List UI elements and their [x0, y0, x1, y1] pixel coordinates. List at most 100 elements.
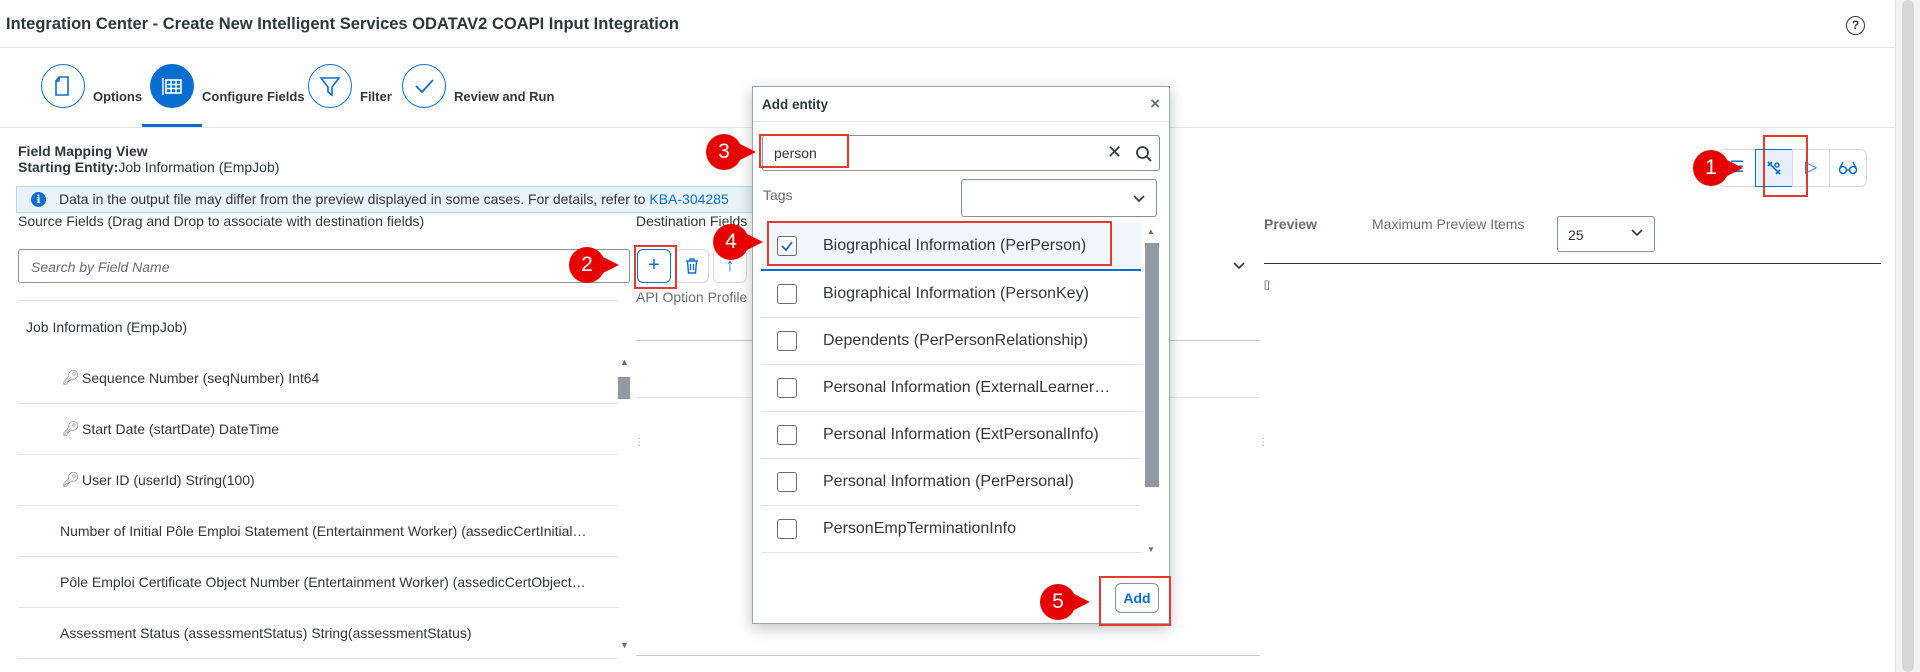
list-item[interactable]: Personal Information (ExtPersonalInfo): [761, 412, 1141, 459]
scroll-down-icon[interactable]: ▼: [620, 640, 629, 650]
splitter-handle[interactable]: ⋮: [634, 437, 644, 448]
list-item[interactable]: Dependents (PerPersonRelationship): [761, 318, 1141, 365]
list-item[interactable]: [761, 553, 1141, 563]
callout-number: 5: [1052, 590, 1064, 613]
callout-badge: 4: [713, 224, 763, 260]
key-icon: 🔑︎: [62, 471, 80, 487]
splitter-handle[interactable]: ⋮: [1258, 437, 1268, 448]
checkbox[interactable]: [777, 331, 797, 351]
filter-icon: [308, 64, 352, 108]
checkbox[interactable]: [777, 378, 797, 398]
max-preview-label: Maximum Preview Items: [1372, 216, 1525, 232]
page-header: Integration Center - Create New Intellig…: [0, 6, 1895, 48]
list-item[interactable]: PersonEmpTerminationInfo: [761, 506, 1141, 553]
callout-badge: 1: [1693, 150, 1743, 186]
info-message: Data in the output file may differ from …: [59, 191, 650, 207]
field-label: User ID (userId) String(100): [82, 472, 255, 488]
starting-entity: Starting Entity:Job Information (EmpJob): [18, 159, 279, 175]
clear-icon[interactable]: ✕: [1107, 142, 1122, 163]
search-placeholder: Search by Field Name: [31, 259, 170, 275]
step-label: Filter: [360, 89, 392, 104]
highlight-box: [767, 221, 1112, 266]
entity-label: Personal Information (PerPersonal): [823, 473, 1074, 490]
glasses-icon[interactable]: [1829, 149, 1867, 187]
search-icon[interactable]: [1135, 145, 1153, 163]
callout-number: 2: [581, 253, 593, 276]
source-scrollbar[interactable]: ▲ ▼: [618, 357, 630, 657]
step-label: Review and Run: [454, 89, 555, 104]
tags-select[interactable]: [961, 179, 1157, 217]
highlight-box: [634, 245, 677, 289]
entity-list: Biographical Information (PerPerson) Bio…: [761, 223, 1141, 563]
chevron-down-icon: [1631, 229, 1643, 237]
list-item[interactable]: Pôle Emploi Certificate Object Number (E…: [18, 557, 618, 608]
scroll-thumb[interactable]: [618, 377, 630, 399]
field-label: Assessment Status (assessmentStatus) Str…: [60, 625, 472, 641]
source-table-title: Job Information (EmpJob): [26, 319, 188, 335]
starting-entity-label: Starting Entity:: [18, 159, 119, 175]
dialog-scrollbar[interactable]: ▲ ▼: [1145, 227, 1159, 561]
scroll-up-icon[interactable]: ▲: [620, 357, 629, 367]
key-icon: 🔑︎: [62, 369, 80, 385]
checkbox[interactable]: [777, 425, 797, 445]
callout-number: 4: [725, 230, 737, 253]
entity-label: PersonEmpTerminationInfo: [823, 520, 1016, 537]
highlight-box: [1099, 576, 1171, 626]
source-fields-header: Source Fields (Drag and Drop to associat…: [18, 213, 425, 229]
api-option-profile-label: API Option Profile: [636, 289, 748, 305]
field-label: Sequence Number (seqNumber) Int64: [82, 370, 320, 386]
entity-label: Dependents (PerPersonRelationship): [823, 332, 1089, 349]
entity-label: Personal Information (ExternalLearner…: [823, 379, 1111, 396]
source-table-header: Job Information (EmpJob): [18, 300, 618, 354]
active-step-indicator: [142, 124, 202, 127]
grid-icon: [150, 64, 194, 108]
list-item[interactable]: 🔑︎ Sequence Number (seqNumber) Int64: [18, 353, 618, 404]
list-item[interactable]: Number of Initial Pôle Emploi Statement …: [18, 506, 618, 557]
max-preview-value: 25: [1568, 227, 1584, 243]
scroll-thumb[interactable]: [1902, 0, 1914, 672]
callout-badge: 2: [569, 247, 619, 283]
scroll-down-icon[interactable]: ▼: [1147, 545, 1155, 554]
help-icon[interactable]: ?: [1846, 16, 1865, 35]
page-scrollbar[interactable]: [1895, 0, 1920, 672]
highlight-box: [759, 134, 849, 168]
starting-entity-value: Job Information (EmpJob): [118, 159, 280, 175]
dialog-title: Add entity: [762, 97, 828, 112]
divider: [1264, 263, 1881, 264]
field-label: Pôle Emploi Certificate Object Number (E…: [60, 574, 586, 590]
preview-content: []: [1264, 280, 1270, 291]
delete-icon[interactable]: [675, 249, 709, 283]
chevron-down-icon[interactable]: [1232, 258, 1246, 276]
page-title: Integration Center - Create New Intellig…: [6, 15, 679, 33]
scroll-up-icon[interactable]: ▲: [1147, 227, 1155, 236]
kba-link[interactable]: KBA-304285: [649, 191, 728, 207]
highlight-box: [1763, 135, 1808, 197]
max-preview-select[interactable]: 25: [1557, 216, 1655, 252]
source-search-input[interactable]: Search by Field Name: [18, 249, 630, 283]
close-icon[interactable]: ×: [1150, 94, 1160, 114]
step-label: Configure Fields: [202, 89, 305, 104]
list-item[interactable]: Personal Information (ExternalLearner…: [761, 365, 1141, 412]
tags-label: Tags: [763, 187, 793, 203]
key-icon: 🔑︎: [62, 420, 80, 436]
callout-badge: 5: [1040, 584, 1090, 620]
list-item[interactable]: Personal Information (PerPersonal): [761, 459, 1141, 506]
entity-label: Personal Information (ExtPersonalInfo): [823, 426, 1099, 443]
list-item[interactable]: 🔑︎ Start Date (startDate) DateTime: [18, 404, 618, 455]
entity-label: Biographical Information (PersonKey): [823, 285, 1089, 302]
document-icon: [41, 64, 85, 108]
callout-number: 1: [1705, 156, 1717, 179]
checkbox[interactable]: [777, 519, 797, 539]
checkbox[interactable]: [777, 284, 797, 304]
list-item[interactable]: Assessment Status (assessmentStatus) Str…: [18, 608, 618, 659]
callout-badge: 3: [706, 134, 756, 170]
list-item[interactable]: Biographical Information (PersonKey): [761, 271, 1141, 318]
checkbox[interactable]: [777, 472, 797, 492]
info-strip: i Data in the output file may differ fro…: [16, 186, 758, 213]
info-text: Data in the output file may differ from …: [59, 191, 729, 207]
field-mapping-title: Field Mapping View: [18, 143, 148, 159]
list-item[interactable]: 🔑︎ User ID (userId) String(100): [18, 455, 618, 506]
checkmark-icon: [402, 64, 446, 108]
scroll-thumb[interactable]: [1145, 243, 1159, 487]
field-label: Start Date (startDate) DateTime: [82, 421, 280, 437]
